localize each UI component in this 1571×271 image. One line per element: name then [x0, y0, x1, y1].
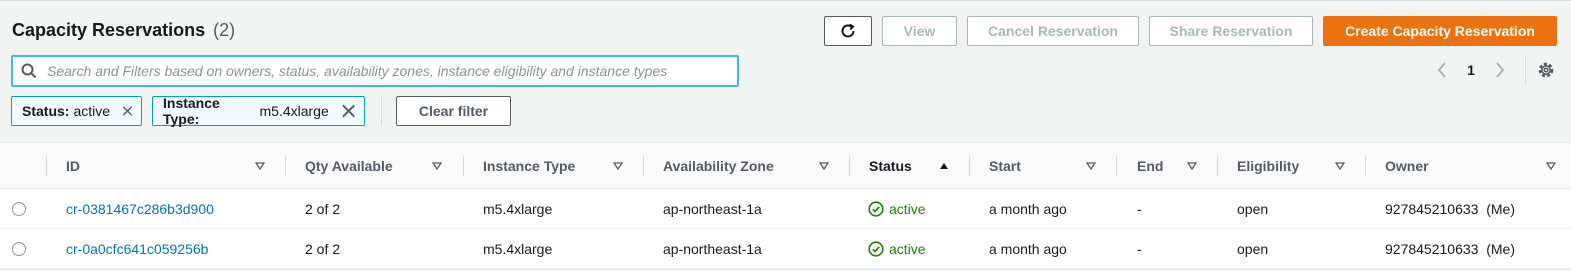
owner-tag: (Me): [1486, 200, 1515, 217]
instance-type-cell: m5.4xlarge: [483, 200, 553, 217]
owner-account: 927845210633: [1385, 200, 1479, 217]
column-header-status[interactable]: Status: [869, 143, 912, 189]
pagination-divider: [1525, 56, 1526, 84]
view-button[interactable]: View: [882, 16, 957, 46]
search-icon: [21, 63, 37, 79]
column-divider: [1217, 156, 1218, 176]
owner-cell: 927845210633 (Me): [1385, 189, 1515, 228]
column-header-start[interactable]: Start: [989, 143, 1021, 189]
page-title-text: Capacity Reservations: [12, 20, 206, 40]
filter-key: Instance Type:: [163, 95, 220, 127]
status-text: active: [889, 240, 926, 257]
sort-down-icon[interactable]: [819, 162, 829, 170]
cancel-reservation-button[interactable]: Cancel Reservation: [967, 16, 1139, 46]
refresh-button[interactable]: [824, 16, 872, 46]
table-row[interactable]: cr-0a0cfc641c059256b 2 of 2 m5.4xlarge a…: [0, 229, 1571, 269]
filter-key: Status:: [22, 103, 70, 119]
filter-chip-instance-type: Instance Type: m5.4xlarge: [152, 95, 365, 127]
start-cell: a month ago: [989, 240, 1067, 257]
share-reservation-button[interactable]: Share Reservation: [1149, 16, 1313, 46]
close-icon[interactable]: [341, 103, 356, 119]
column-divider: [1365, 156, 1366, 176]
status-cell: active: [868, 189, 926, 228]
eligibility-cell: open: [1237, 200, 1269, 217]
row-select-radio[interactable]: [12, 202, 26, 216]
column-header-availability-zone[interactable]: Availability Zone: [663, 143, 774, 189]
qty-available-cell: 2 of 2: [305, 240, 341, 257]
column-divider: [46, 156, 47, 176]
column-divider: [1116, 156, 1117, 176]
sort-down-icon[interactable]: [1086, 162, 1096, 170]
table-header: ID Qty Available Instance Type Availabil…: [0, 142, 1571, 189]
top-divider: [0, 0, 1571, 1]
end-cell: -: [1137, 240, 1142, 257]
availability-zone-cell: ap-northeast-1a: [663, 240, 762, 257]
qty-available-cell: 2 of 2: [305, 200, 341, 217]
reservation-id-link[interactable]: cr-0381467c286b3d900: [66, 201, 214, 217]
page-title: Capacity Reservations (2): [12, 20, 235, 41]
pagination: 1: [1432, 60, 1510, 80]
start-cell: a month ago: [989, 200, 1067, 217]
sort-up-icon[interactable]: [939, 162, 949, 170]
create-capacity-reservation-button[interactable]: Create Capacity Reservation: [1323, 16, 1557, 46]
sort-down-icon[interactable]: [1546, 162, 1556, 170]
sort-down-icon[interactable]: [255, 162, 265, 170]
column-divider: [643, 156, 644, 176]
column-divider: [849, 156, 850, 176]
reservations-table: ID Qty Available Instance Type Availabil…: [0, 142, 1571, 269]
search-bar[interactable]: [11, 55, 739, 87]
status-cell: active: [868, 229, 926, 268]
owner-account: 927845210633: [1385, 240, 1479, 257]
reservation-count: (2): [213, 20, 236, 40]
sort-down-icon[interactable]: [432, 162, 442, 170]
column-header-end[interactable]: End: [1137, 143, 1163, 189]
row-select-radio[interactable]: [12, 242, 26, 256]
previous-page-icon[interactable]: [1432, 60, 1452, 80]
filter-value: active: [73, 103, 111, 119]
sort-down-icon[interactable]: [1187, 162, 1197, 170]
sort-down-icon[interactable]: [613, 162, 623, 170]
owner-tag: (Me): [1486, 240, 1515, 257]
availability-zone-cell: ap-northeast-1a: [663, 200, 762, 217]
filter-divider: [381, 96, 382, 126]
status-text: active: [889, 200, 926, 217]
column-divider: [463, 156, 464, 176]
filter-chip-status: Status: active: [11, 96, 142, 126]
gear-icon[interactable]: [1537, 61, 1555, 79]
column-header-qty-available[interactable]: Qty Available: [305, 143, 393, 189]
eligibility-cell: open: [1237, 240, 1269, 257]
search-input[interactable]: [45, 58, 737, 84]
end-cell: -: [1137, 200, 1142, 217]
refresh-icon: [841, 23, 855, 38]
sort-down-icon[interactable]: [1335, 162, 1345, 170]
next-page-icon[interactable]: [1490, 60, 1510, 80]
column-divider: [285, 156, 286, 176]
reservation-id-link[interactable]: cr-0a0cfc641c059256b: [66, 241, 208, 257]
instance-type-cell: m5.4xlarge: [483, 240, 553, 257]
check-circle-icon: [868, 200, 884, 217]
filter-value: m5.4xlarge: [259, 103, 329, 119]
column-divider: [969, 156, 970, 176]
clear-filter-button[interactable]: Clear filter: [396, 96, 511, 126]
column-header-owner[interactable]: Owner: [1385, 143, 1429, 189]
column-header-instance-type[interactable]: Instance Type: [483, 143, 575, 189]
column-header-id[interactable]: ID: [66, 143, 80, 189]
current-page-number[interactable]: 1: [1452, 62, 1490, 78]
close-icon[interactable]: [122, 103, 133, 119]
check-circle-icon: [868, 240, 884, 257]
owner-cell: 927845210633 (Me): [1385, 229, 1515, 268]
column-header-eligibility[interactable]: Eligibility: [1237, 143, 1299, 189]
table-row[interactable]: cr-0381467c286b3d900 2 of 2 m5.4xlarge a…: [0, 189, 1571, 229]
